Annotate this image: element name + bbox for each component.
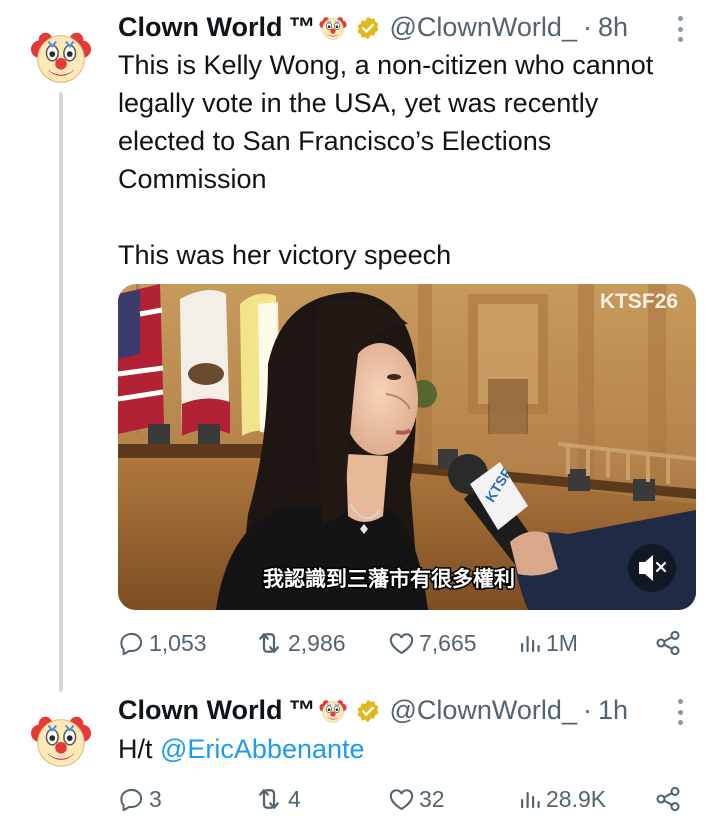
reply-icon: [118, 786, 145, 813]
more-options-icon[interactable]: [676, 16, 684, 42]
clown-emoji-icon: [319, 14, 347, 42]
views-icon: [518, 787, 542, 811]
tweet-header: Clown World ™ @ClownWorld_ · 8h: [118, 12, 628, 43]
text-line: This is Kelly Wong, a non-citizen who ca…: [118, 50, 654, 80]
channel-watermark: KTSF26: [600, 290, 678, 313]
verified-badge-icon[interactable]: [355, 15, 381, 41]
like-count: 7,665: [419, 629, 477, 656]
verified-badge-icon[interactable]: [355, 698, 381, 724]
timestamp[interactable]: 8h: [598, 12, 628, 43]
reply-count: 1,053: [149, 629, 207, 656]
thread-line: [59, 92, 63, 692]
mute-button[interactable]: [628, 544, 676, 592]
views-button[interactable]: 28.9K: [518, 782, 606, 816]
text-line: Commission: [118, 164, 267, 194]
trademark-symbol: ™: [288, 695, 316, 725]
mention-link[interactable]: @EricAbbenante: [160, 734, 365, 764]
reply-button[interactable]: 3: [118, 782, 162, 816]
heart-icon: [388, 630, 415, 657]
separator-dot: ·: [582, 695, 592, 725]
views-count: 1M: [546, 629, 578, 656]
like-count: 32: [419, 785, 445, 812]
repost-icon: [254, 628, 284, 658]
reply-icon: [118, 630, 145, 657]
repost-count: 2,986: [288, 629, 346, 656]
text-line: This was her victory speech: [118, 240, 452, 270]
reply-count: 3: [149, 785, 162, 812]
action-bar: 1,053 2,986 7,665 1M: [118, 626, 684, 660]
repost-button[interactable]: 2,986: [254, 626, 346, 660]
repost-button[interactable]: 4: [254, 782, 301, 816]
trademark-symbol: ™: [288, 12, 316, 42]
views-count: 28.9K: [546, 785, 607, 812]
action-bar: 3 4 32 28.9K: [118, 782, 684, 816]
clown-avatar-icon[interactable]: [30, 710, 92, 772]
repost-count: 4: [288, 785, 301, 812]
author-name[interactable]: Clown World: [118, 695, 282, 726]
clown-emoji-icon: [319, 697, 347, 725]
tweet-text: This is Kelly Wong, a non-citizen who ca…: [118, 46, 698, 274]
text-prefix: H/t: [118, 734, 161, 764]
views-button[interactable]: 1M: [518, 626, 578, 660]
like-button[interactable]: 32: [388, 782, 445, 816]
separator-dot: ·: [582, 12, 592, 42]
like-button[interactable]: 7,665: [388, 626, 477, 660]
views-icon: [518, 631, 542, 655]
video-player[interactable]: KTSF KTSF26 我認識到三藩市有很多權利: [118, 284, 696, 610]
reply-button[interactable]: 1,053: [118, 626, 207, 660]
timestamp[interactable]: 1h: [598, 695, 628, 726]
more-options-icon[interactable]: [676, 699, 684, 725]
tweet-header: Clown World ™ @ClownWorld_ · 1h: [118, 695, 628, 726]
text-line: elected to San Francisco’s Elections: [118, 126, 552, 156]
text-line: legally vote in the USA, yet was recentl…: [118, 88, 599, 118]
tweet-text: H/t @EricAbbenante: [118, 730, 698, 768]
share-button[interactable]: [654, 782, 682, 816]
share-icon: [654, 785, 682, 813]
author-handle[interactable]: @ClownWorld_: [389, 695, 576, 726]
author-handle[interactable]: @ClownWorld_: [389, 12, 576, 43]
heart-icon: [388, 786, 415, 813]
share-icon: [654, 629, 682, 657]
video-subtitle: 我認識到三藩市有很多權利: [263, 567, 515, 591]
repost-icon: [254, 784, 284, 814]
share-button[interactable]: [654, 626, 682, 660]
clown-avatar-icon[interactable]: [30, 26, 92, 88]
author-name[interactable]: Clown World: [118, 12, 282, 43]
